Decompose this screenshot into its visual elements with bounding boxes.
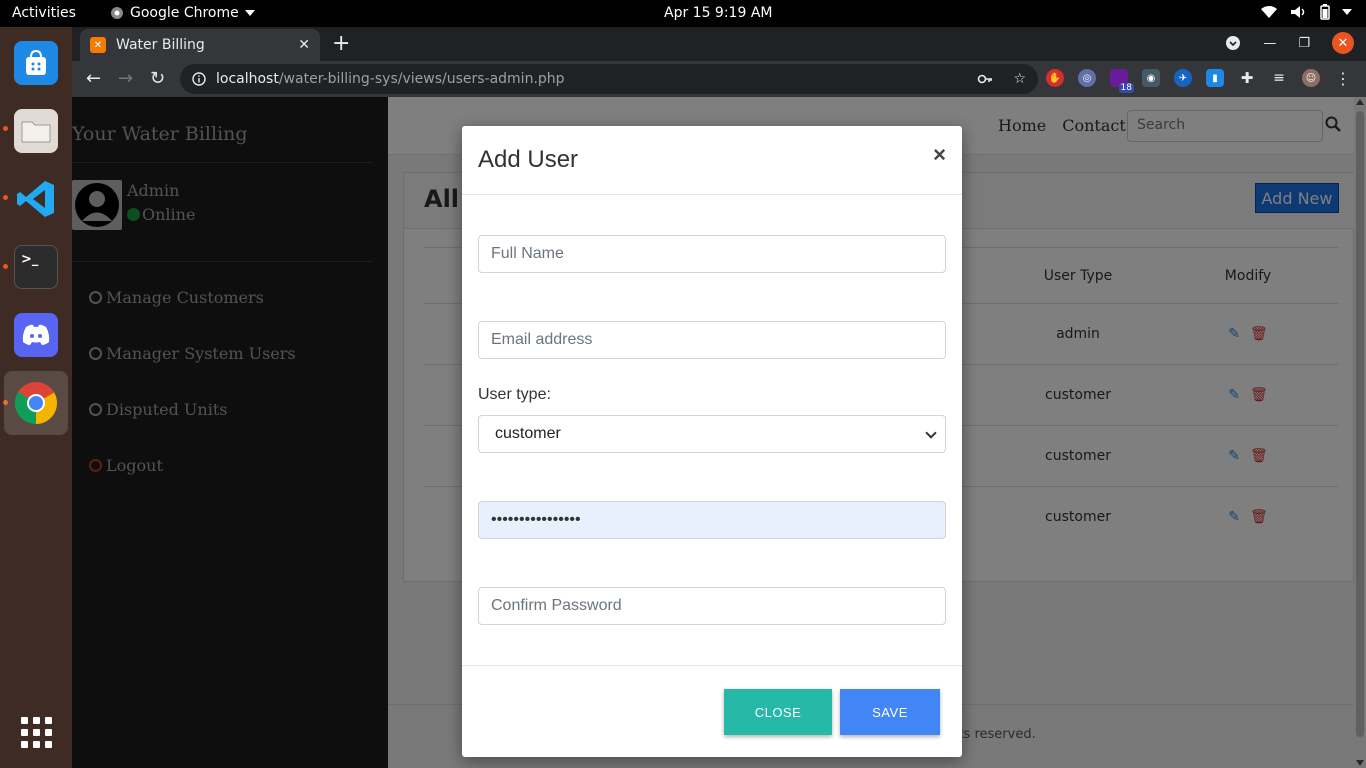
dock-files[interactable]: [4, 99, 68, 163]
dock-vscode[interactable]: [4, 167, 68, 231]
files-icon: [14, 109, 58, 153]
chrome-icon: [14, 381, 58, 425]
new-tab-button[interactable]: +: [332, 31, 350, 56]
volume-icon: [1291, 6, 1305, 18]
full-name-field[interactable]: [478, 235, 946, 273]
maximize-button[interactable]: ❐: [1298, 36, 1310, 51]
user-type-select[interactable]: customer: [478, 415, 946, 453]
chrome-window: ✕ Water Billing ✕ + — ❐ ✕ ← → ↻ localhos…: [72, 27, 1366, 768]
close-window-button[interactable]: ✕: [1332, 32, 1354, 54]
add-user-modal: Add User × User type: customer CLOSE SAV…: [462, 126, 962, 757]
dock: >_: [0, 27, 72, 768]
adblock-extension-icon[interactable]: ✋: [1046, 69, 1064, 87]
discord-icon: [14, 313, 58, 357]
app-grid-icon: [20, 716, 52, 748]
modal-header: Add User ×: [462, 126, 962, 195]
bookmark-star-icon[interactable]: ☆: [1013, 71, 1026, 87]
tab-search-icon[interactable]: [1225, 35, 1241, 51]
terminal-icon: >_: [14, 245, 58, 289]
battery-icon: [1320, 4, 1330, 20]
url-path: /water-billing-sys/views/users-admin.php: [278, 71, 565, 87]
close-button[interactable]: CLOSE: [724, 689, 832, 735]
back-button[interactable]: ←: [86, 68, 101, 89]
dock-chrome[interactable]: [4, 371, 68, 435]
chevron-down-icon: [1342, 9, 1352, 15]
dock-terminal[interactable]: >_: [4, 235, 68, 299]
modal-title: Add User: [478, 146, 579, 173]
window-controls: — ❐ ✕: [1225, 32, 1354, 54]
profile-avatar[interactable]: ☺: [1302, 69, 1320, 87]
user-type-label: User type:: [478, 386, 551, 403]
app-menu[interactable]: Google Chrome: [110, 5, 255, 21]
extension-badge-count: 18: [1118, 83, 1134, 93]
system-top-bar: Activities Google Chrome Apr 15 9:19 AM: [0, 0, 1366, 27]
tab-close-icon[interactable]: ✕: [298, 37, 310, 53]
show-applications-button[interactable]: [4, 700, 68, 764]
tab-strip: ✕ Water Billing ✕ + — ❐ ✕: [72, 27, 1366, 61]
tab-title: Water Billing: [116, 37, 205, 53]
chevron-down-icon: [244, 10, 255, 16]
info-icon[interactable]: [192, 72, 206, 86]
vscode-icon: [14, 177, 58, 221]
forward-button[interactable]: →: [118, 68, 133, 89]
reload-button[interactable]: ↻: [150, 68, 165, 89]
dock-discord[interactable]: [4, 303, 68, 367]
media-queue-icon[interactable]: ≡: [1270, 69, 1288, 87]
xampp-favicon-icon: ✕: [90, 37, 106, 53]
dock-software-store[interactable]: [4, 31, 68, 95]
extensions-puzzle-icon[interactable]: ✚: [1238, 69, 1256, 87]
page-viewport: Your Water Billing Admin Online Manage C…: [72, 97, 1366, 768]
email-field[interactable]: [478, 321, 946, 359]
extensions-row: ✋ ◎ 18 ◉ ✈ ▮ ✚ ≡ ☺ ⋮: [1046, 69, 1352, 93]
modal-footer: CLOSE SAVE: [462, 665, 962, 757]
chrome-small-icon: [111, 7, 123, 19]
chrome-menu-icon[interactable]: ⋮: [1334, 69, 1352, 88]
extension-plane-icon[interactable]: ✈: [1174, 69, 1192, 87]
tab-water-billing[interactable]: ✕ Water Billing ✕: [80, 29, 320, 61]
password-field[interactable]: [478, 501, 946, 539]
extension-badge-icon[interactable]: 18: [1110, 69, 1134, 93]
screenshot-extension-icon[interactable]: ◉: [1142, 69, 1160, 87]
modal-close-x-button[interactable]: ×: [933, 142, 946, 168]
wifi-icon: [1261, 6, 1277, 18]
extension-circle-icon[interactable]: ◎: [1078, 69, 1096, 87]
browser-toolbar: ← → ↻ localhost/water-billing-sys/views/…: [72, 61, 1366, 97]
address-bar[interactable]: localhost/water-billing-sys/views/users-…: [180, 64, 1038, 94]
software-store-icon: [14, 41, 58, 85]
clock[interactable]: Apr 15 9:19 AM: [664, 5, 772, 21]
confirm-password-field[interactable]: [478, 587, 946, 625]
extension-doc-icon[interactable]: ▮: [1206, 69, 1224, 87]
key-icon[interactable]: [977, 71, 993, 87]
save-button[interactable]: SAVE: [840, 689, 940, 735]
url-host: localhost: [216, 71, 279, 87]
activities-button[interactable]: Activities: [12, 5, 76, 21]
minimize-button[interactable]: —: [1263, 36, 1276, 51]
system-tray[interactable]: [1260, 4, 1352, 20]
app-menu-label: Google Chrome: [130, 5, 239, 21]
chevron-down-icon: [925, 427, 937, 439]
user-type-selected-value: customer: [495, 425, 561, 442]
